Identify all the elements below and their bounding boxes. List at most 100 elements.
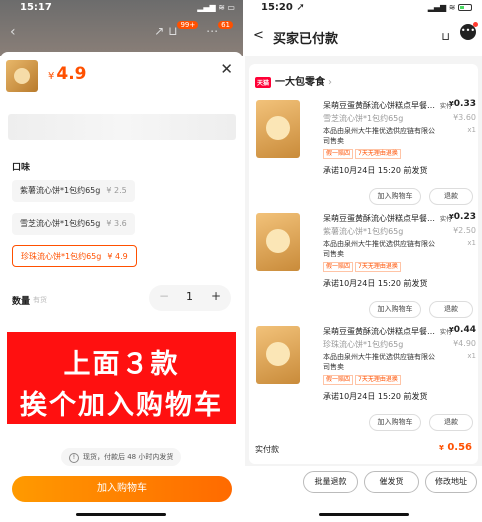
item-title[interactable]: 呆萌豆蛋黄酥流心饼糕点早餐面包 [323,326,435,337]
refund-button[interactable]: 退款 [429,414,473,431]
paid-amount: ¥0.33 [448,99,476,109]
home-indicator [319,513,409,516]
original-price: ¥3.60 [453,113,476,122]
blurred-info-bar [8,114,236,140]
status-time: 15:20 ➚ [261,2,305,13]
original-price: ¥4.90 [453,339,476,348]
product-image[interactable] [256,213,300,271]
product-thumbnail[interactable] [6,60,38,92]
shop-header[interactable]: 天猫 一大包零食 › [255,73,332,88]
product-image[interactable] [256,100,300,158]
cart-icon[interactable]: ⊔ [441,30,450,43]
add-to-cart-button[interactable]: 加入购物车 [12,476,232,502]
quantity-stock: 有货 [33,296,47,304]
add-to-cart-button[interactable]: 加入购物车 [369,301,421,318]
add-to-cart-button[interactable]: 加入购物车 [369,188,421,205]
refund-button[interactable]: 退款 [429,188,473,205]
option-name: 紫薯流心饼*1包约65g [20,186,101,195]
option-name: 珍珠流心饼*1包约65g [21,252,102,261]
home-indicator [76,513,166,516]
status-time: 15:17 [20,2,52,13]
paid-amount: ¥0.23 [448,212,476,222]
tag-fake-compensation: 假一赔四 [323,375,354,385]
more-badge: 61 [218,21,233,29]
cart-icon[interactable]: ⊔ [168,24,177,38]
option-price: ¥ 4.9 [107,252,128,261]
banner-line-1: 上面３款 [63,349,180,380]
order-card: 天猫 一大包零食 › 呆萌豆蛋黄酥流心饼糕点早餐面包 雪芝流心饼*1包约65g 本品… [249,64,478,464]
tag-fake-compensation: 假一赔四 [323,262,354,272]
total-amount: ¥ 0.56 [438,442,472,453]
quantity-stepper: − 1 + [149,285,231,311]
more-icon[interactable]: ⋯ [206,24,218,38]
shop-name: 一大包零食 [275,77,326,88]
banner-line-2: 挨个加入购物车 [20,390,223,421]
product-sku-panel: 15:17 ▂▄▆ ≋ ▭ ‹ ↗ ⊔ 99+ ⋯ 61 ¥4.9 ✕ 口味 紫薯流… [0,0,243,522]
status-icons: ▂▄▆ ≋ [428,3,472,12]
close-icon[interactable]: ✕ [220,60,233,78]
option-price: ¥ 2.5 [106,186,127,195]
shipping-promise: 承诺10月24日 15:20 前发货 [323,166,428,175]
option-price: ¥ 3.6 [106,219,127,228]
item-spec: 紫薯流心饼*1包约65g [323,227,404,236]
change-address-button[interactable]: 修改地址 [425,471,477,493]
quantity-label: 数量 [12,297,31,307]
product-image[interactable] [256,326,300,384]
plus-button[interactable]: + [211,289,221,303]
order-item[interactable]: 呆萌豆蛋黄酥流心饼糕点早餐面包 紫薯流心饼*1包约65g 本品由泉州大牛推优选供… [249,212,478,325]
selected-price: ¥4.9 [48,64,87,84]
add-to-cart-button[interactable]: 加入购物车 [369,414,421,431]
tag-7day-return: 7天无理由退换 [355,375,401,385]
battery-icon [458,4,472,11]
item-tags: 假一赔四 7天无理由退换 [323,147,403,159]
order-detail-panel: 15:20 ➚ ▂▄▆ ≋ < 买家已付款 ⊔ ••• 天猫 一大包零食 › 呆萌豆… [245,0,482,522]
urge-shipping-button[interactable]: 催发货 [364,471,419,493]
batch-refund-button[interactable]: 批量退款 [303,471,358,493]
item-count: x1 [467,239,476,247]
header: 15:20 ➚ ▂▄▆ ≋ < 买家已付款 ⊔ ••• [245,0,482,56]
shipping-note: ! 现货，付款后 48 小时内发货 [61,448,182,466]
item-count: x1 [467,352,476,360]
item-tags: 假一赔四 7天无理由退换 [323,373,403,385]
item-count: x1 [467,126,476,134]
top-icons: ↗ ⊔ 99+ ⋯ 61 [154,21,237,38]
price-currency: ¥ [48,71,55,82]
back-icon[interactable]: < [253,28,264,43]
refund-button[interactable]: 退款 [429,301,473,318]
back-icon[interactable]: ‹ [10,24,16,40]
tmall-badge: 天猫 [255,76,272,88]
total-label: 实付款 [255,445,279,454]
item-title[interactable]: 呆萌豆蛋黄酥流心饼糕点早餐面包 [323,100,435,111]
paid-amount: ¥0.44 [448,325,476,335]
shipping-promise: 承诺10月24日 15:20 前发货 [323,279,428,288]
cart-badge: 99+ [177,21,199,29]
option-purple-sweet-potato[interactable]: 紫薯流心饼*1包约65g ¥ 2.5 [12,180,135,202]
tag-7day-return: 7天无理由退换 [355,149,401,159]
option-name: 雪芝流心饼*1包约65g [20,219,101,228]
item-seller: 本品由泉州大牛推优选供应链有限公司售卖 [323,240,435,258]
status-icons: ▂▄▆ ≋ ▭ [197,3,235,12]
option-snow-fungus[interactable]: 雪芝流心饼*1包约65g ¥ 3.6 [12,213,135,235]
bottom-action-bar: 批量退款 催发货 修改地址 [245,466,482,522]
order-item[interactable]: 呆萌豆蛋黄酥流心饼糕点早餐面包 雪芝流心饼*1包约65g 本品由泉州大牛推优选供… [249,99,478,212]
item-title[interactable]: 呆萌豆蛋黄酥流心饼糕点早餐面包 [323,213,435,224]
minus-button[interactable]: − [159,289,169,303]
item-seller: 本品由泉州大牛推优选供应链有限公司售卖 [323,127,435,145]
shipping-promise: 承诺10月24日 15:20 前发货 [323,392,428,401]
item-seller: 本品由泉州大牛推优选供应链有限公司售卖 [323,353,435,371]
price-value: 4.9 [56,64,87,84]
page-title: 买家已付款 [273,32,339,47]
tag-fake-compensation: 假一赔四 [323,149,354,159]
sku-sheet: ¥4.9 ✕ 口味 紫薯流心饼*1包约65g ¥ 2.5 雪芝流心饼*1包约65g… [0,52,243,522]
option-pearl[interactable]: 珍珠流心饼*1包约65g ¥ 4.9 [12,245,137,267]
item-spec: 珍珠流心饼*1包约65g [323,340,404,349]
order-item[interactable]: 呆萌豆蛋黄酥流心饼糕点早餐面包 珍珠流心饼*1包约65g 本品由泉州大牛推优选供… [249,325,478,438]
more-icon[interactable]: ••• [460,22,478,40]
shipping-text: 现货，付款后 48 小时内发货 [83,453,174,461]
quantity-value[interactable]: 1 [186,290,193,303]
item-tags: 假一赔四 7天无理由退换 [323,260,403,272]
share-icon[interactable]: ↗ [154,24,164,38]
item-spec: 雪芝流心饼*1包约65g [323,114,404,123]
instruction-banner: 上面３款 挨个加入购物车 [7,332,236,424]
tag-7day-return: 7天无理由退换 [355,262,401,272]
